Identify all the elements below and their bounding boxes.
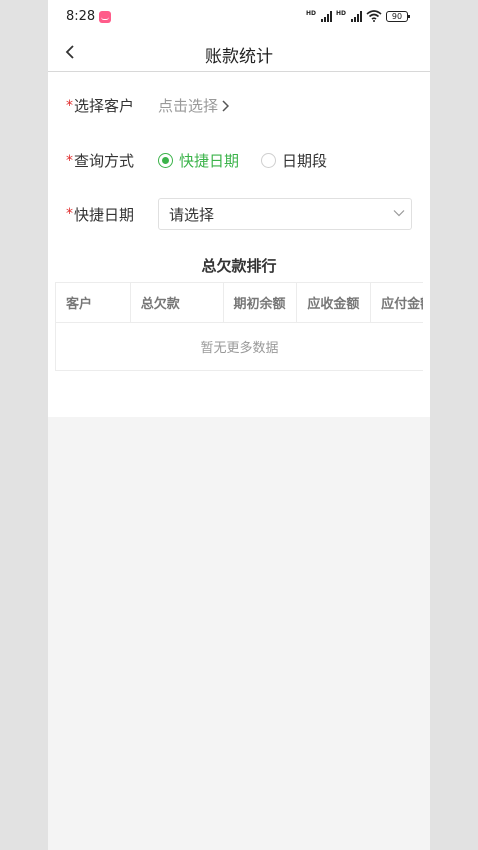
quick-date-label: 快捷日期 xyxy=(74,205,135,224)
customer-label: 选择客户 xyxy=(74,97,135,115)
radio-date-range[interactable]: 日期段 xyxy=(261,150,327,171)
query-mode-row: * 查询方式 快捷日期 日期段 xyxy=(66,150,412,171)
status-bar: 8:28 HD HD 90 xyxy=(48,0,430,34)
status-time: 8:28 xyxy=(66,9,96,24)
column-header-total-debt: 总欠款 xyxy=(131,283,224,322)
ranking-table[interactable]: 客户 总欠款 期初余额 应收金额 应付金额 暂无更多数据 xyxy=(55,282,423,371)
wifi-icon xyxy=(366,10,382,22)
quick-date-select[interactable]: 请选择 xyxy=(158,198,412,230)
chevron-right-icon[interactable] xyxy=(222,99,230,112)
required-mark: * xyxy=(66,152,73,169)
signal-icon-2 xyxy=(351,10,362,22)
hd-label-1: HD xyxy=(305,10,316,17)
column-header-opening-balance: 期初余额 xyxy=(224,283,298,322)
required-mark: * xyxy=(66,97,73,114)
radio-label: 快捷日期 xyxy=(179,152,240,170)
page-title: 账款统计 xyxy=(205,47,273,67)
radio-checked-icon xyxy=(158,153,173,168)
quick-date-value: 请选择 xyxy=(169,205,215,224)
radio-quick-date[interactable]: 快捷日期 xyxy=(158,150,239,171)
column-header-payable: 应付金额 xyxy=(381,297,423,312)
radio-unchecked-icon xyxy=(261,153,277,168)
required-mark: * xyxy=(66,206,73,222)
table-header: 客户 总欠款 期初余额 应收金额 应付金额 xyxy=(56,283,423,323)
form-area: * 选择客户 点击选择 * 查询方式 快捷日期 日期段 * 快捷日期 请选择 总… xyxy=(48,72,430,417)
customer-row: * 选择客户 点击选择 xyxy=(66,95,412,116)
quick-date-row: * 快捷日期 请选择 xyxy=(66,198,412,230)
column-header-receivable: 应收金额 xyxy=(297,283,372,322)
chevron-down-icon xyxy=(393,210,405,217)
empty-state-text: 暂无更多数据 xyxy=(200,341,279,356)
query-mode-label: 查询方式 xyxy=(74,152,135,170)
radio-label: 日期段 xyxy=(282,152,328,170)
battery-icon: 90 xyxy=(386,10,410,22)
ranking-title: 总欠款排行 xyxy=(201,257,277,275)
nav-bar: 账款统计 xyxy=(48,34,430,72)
app-notification-icon xyxy=(99,11,111,23)
hd-label-2: HD xyxy=(335,10,346,17)
column-header-customer: 客户 xyxy=(56,283,131,322)
signal-icon-1 xyxy=(320,10,332,22)
status-icons: HD HD 90 xyxy=(305,10,410,22)
customer-picker[interactable]: 点击选择 xyxy=(158,95,218,116)
phone-screen: 8:28 HD HD 90 账款统计 * 选择客户 点击选择 * 查询方式 快捷… xyxy=(48,0,430,850)
